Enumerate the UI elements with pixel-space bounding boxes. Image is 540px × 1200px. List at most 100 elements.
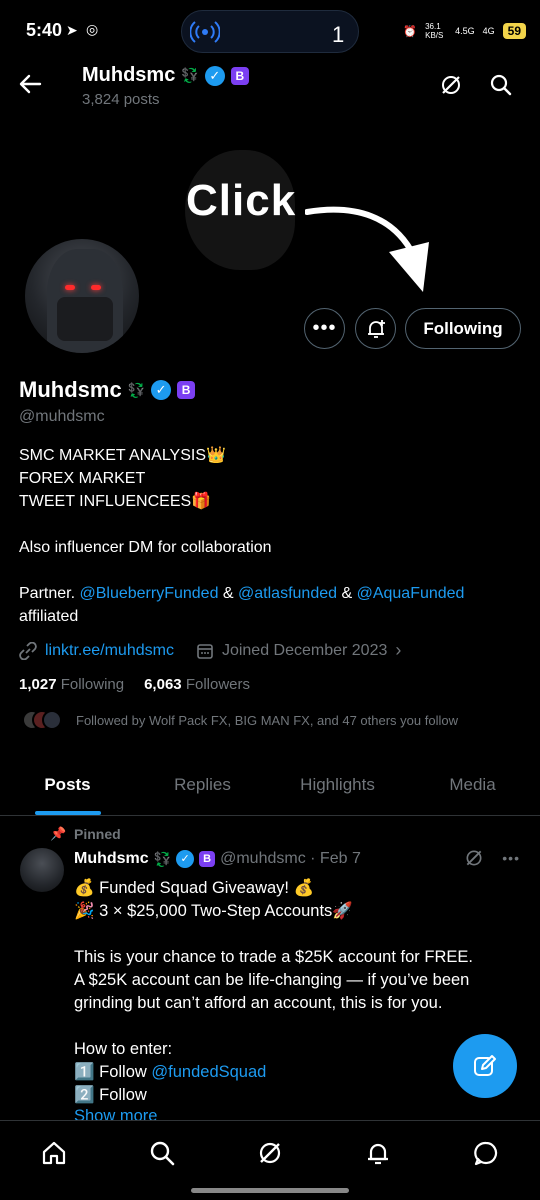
notifications-icon[interactable] (364, 1139, 392, 1167)
messages-icon[interactable] (472, 1139, 500, 1167)
profile-meta: linktr.ee/muhdsmc Joined December 2023 › (19, 640, 401, 661)
search-icon[interactable] (489, 73, 513, 102)
click-annotation: Click (186, 176, 297, 225)
partner-link-atlas[interactable]: @atlasfunded (238, 585, 337, 602)
mini-avatar (42, 710, 62, 730)
followed-by-row[interactable]: Followed by Wolf Pack FX, BIG MAN FX, an… (22, 710, 458, 730)
header-name: Muhdsmc (82, 64, 176, 86)
alarm-icon: ⏰ (403, 25, 418, 38)
gesture-home-bar[interactable] (191, 1188, 349, 1193)
tweet-actions: ••• (464, 848, 520, 868)
grok-icon[interactable] (464, 848, 484, 868)
tab-media[interactable]: Media (405, 762, 540, 815)
signal-icon: 4.5G (455, 26, 475, 36)
profile-tabs: Posts Replies Highlights Media (0, 762, 540, 816)
signal-icon-2: 4G (482, 26, 495, 36)
header-title: Muhdsmc 💱 ✓ B (82, 64, 249, 87)
brand-badge: B (230, 66, 249, 85)
eye-left (65, 285, 75, 290)
more-options-button[interactable]: ••• (304, 308, 345, 349)
annotation-arrow-icon (304, 200, 435, 305)
tab-posts[interactable]: Posts (0, 762, 135, 815)
profile-stats: 1,027 Following 6,063 Followers (19, 676, 250, 693)
tab-replies[interactable]: Replies (135, 762, 270, 815)
more-icon[interactable]: ••• (502, 848, 520, 868)
following-count: 1,027 (19, 676, 57, 693)
brand-badge: B (177, 381, 196, 399)
profile-avatar[interactable] (22, 236, 142, 356)
tweet-line: This is your chance to trade a $25K acco… (74, 948, 473, 966)
mention-link[interactable]: @fundedSquad (151, 1063, 266, 1081)
brand-badge: B (199, 851, 216, 867)
bio-partners: Partner. @BlueberryFunded & @atlasfunded… (19, 582, 519, 605)
net-speed: 36.1 KB/S (425, 22, 444, 40)
home-icon[interactable] (40, 1139, 68, 1167)
telegram-icon: ➤ (66, 22, 78, 38)
tweet-line: 🎉 3 × $25,000 Two-Step Accounts🚀 (74, 902, 353, 920)
bio-line: SMC MARKET ANALYSIS👑 (19, 447, 226, 464)
verified-icon: ✓ (176, 850, 195, 868)
profile-link[interactable]: linktr.ee/muhdsmc (45, 642, 174, 660)
back-arrow-icon[interactable] (18, 73, 42, 100)
status-time: 5:40 (26, 20, 63, 40)
partner-link-aqua[interactable]: @AquaFunded (357, 585, 465, 602)
follower-avatars (22, 710, 62, 730)
tweet-text: 1️⃣ Follow (74, 1063, 152, 1081)
tweet-body: 💰 Funded Squad Giveaway! 💰 🎉 3 × $25,000… (74, 877, 514, 1125)
more-icon: ••• (312, 317, 337, 339)
bio-line: Also influencer DM for collaboration (19, 539, 272, 556)
tweet-avatar[interactable] (20, 848, 64, 892)
joined-date[interactable]: Joined December 2023 (222, 642, 387, 660)
compose-button[interactable] (453, 1034, 517, 1098)
tweet-line: A $25K account can be life-changing — if… (74, 971, 470, 1012)
battery-icon: 59 (502, 23, 526, 39)
broadcast-icon (189, 18, 221, 51)
following-button[interactable]: Following (405, 308, 521, 349)
tweet-line: 💰 Funded Squad Giveaway! 💰 (74, 879, 315, 897)
following-label: Following (60, 676, 125, 693)
tweet-handle-date: @muhdsmc · Feb 7 (220, 850, 361, 867)
grok-icon[interactable] (439, 73, 463, 102)
pin-icon: 📌 (50, 826, 67, 841)
currency-exchange-icon: 💱 (181, 67, 199, 83)
followers-label: Followers (185, 676, 250, 693)
system-icons: ⏰ 36.1 KB/S 4.5G 4G 59 (403, 22, 526, 40)
profile-handle: @muhdsmc (19, 408, 105, 425)
bottom-navigation (0, 1120, 540, 1184)
verified-icon: ✓ (204, 65, 225, 86)
calendar-icon (197, 643, 213, 659)
post-count: 3,824 posts (82, 91, 160, 108)
currency-exchange-icon: 💱 (153, 850, 172, 867)
partner-link-blueberry[interactable]: @BlueberryFunded (79, 585, 218, 602)
notifications-button[interactable] (355, 308, 396, 349)
mask-shape (57, 297, 113, 341)
profile-bio: SMC MARKET ANALYSIS👑 FOREX MARKET TWEET … (19, 444, 519, 628)
tab-highlights[interactable]: Highlights (270, 762, 405, 815)
pill-count: 1 (332, 22, 345, 47)
amp: & (337, 585, 357, 602)
bell-plus-icon (367, 319, 385, 338)
bio-line: FOREX MARKET (19, 470, 146, 487)
tweet-author-name[interactable]: Muhdsmc (74, 850, 149, 868)
followers-count: 6,063 (144, 676, 182, 693)
link-icon (19, 641, 37, 660)
bio-line: affiliated (19, 608, 79, 625)
compose-icon (474, 1055, 496, 1076)
grok-icon[interactable] (256, 1139, 284, 1167)
currency-exchange-icon: 💱 (127, 381, 146, 398)
partner-prefix: Partner. (19, 585, 80, 602)
profile-name: Muhdsmc (19, 377, 122, 402)
bio-line: TWEET INFLUENCEES🎁 (19, 493, 212, 510)
eye-right (91, 285, 101, 290)
tweet-line: How to enter: (74, 1040, 173, 1058)
search-icon[interactable] (148, 1139, 176, 1167)
pinned-label: Pinned (74, 826, 121, 842)
tweet-line: 2️⃣ Follow (74, 1086, 147, 1104)
following-stat[interactable]: 1,027 Following (19, 676, 124, 693)
amp: & (218, 585, 239, 602)
followers-stat[interactable]: 6,063 Followers (144, 676, 250, 693)
profile-name-row: Muhdsmc 💱 ✓ B (19, 377, 196, 403)
whatsapp-icon: ◎ (86, 21, 99, 37)
tweet-line: 1️⃣ Follow @fundedSquad (74, 1061, 514, 1084)
chevron-right-icon: › (395, 640, 402, 660)
